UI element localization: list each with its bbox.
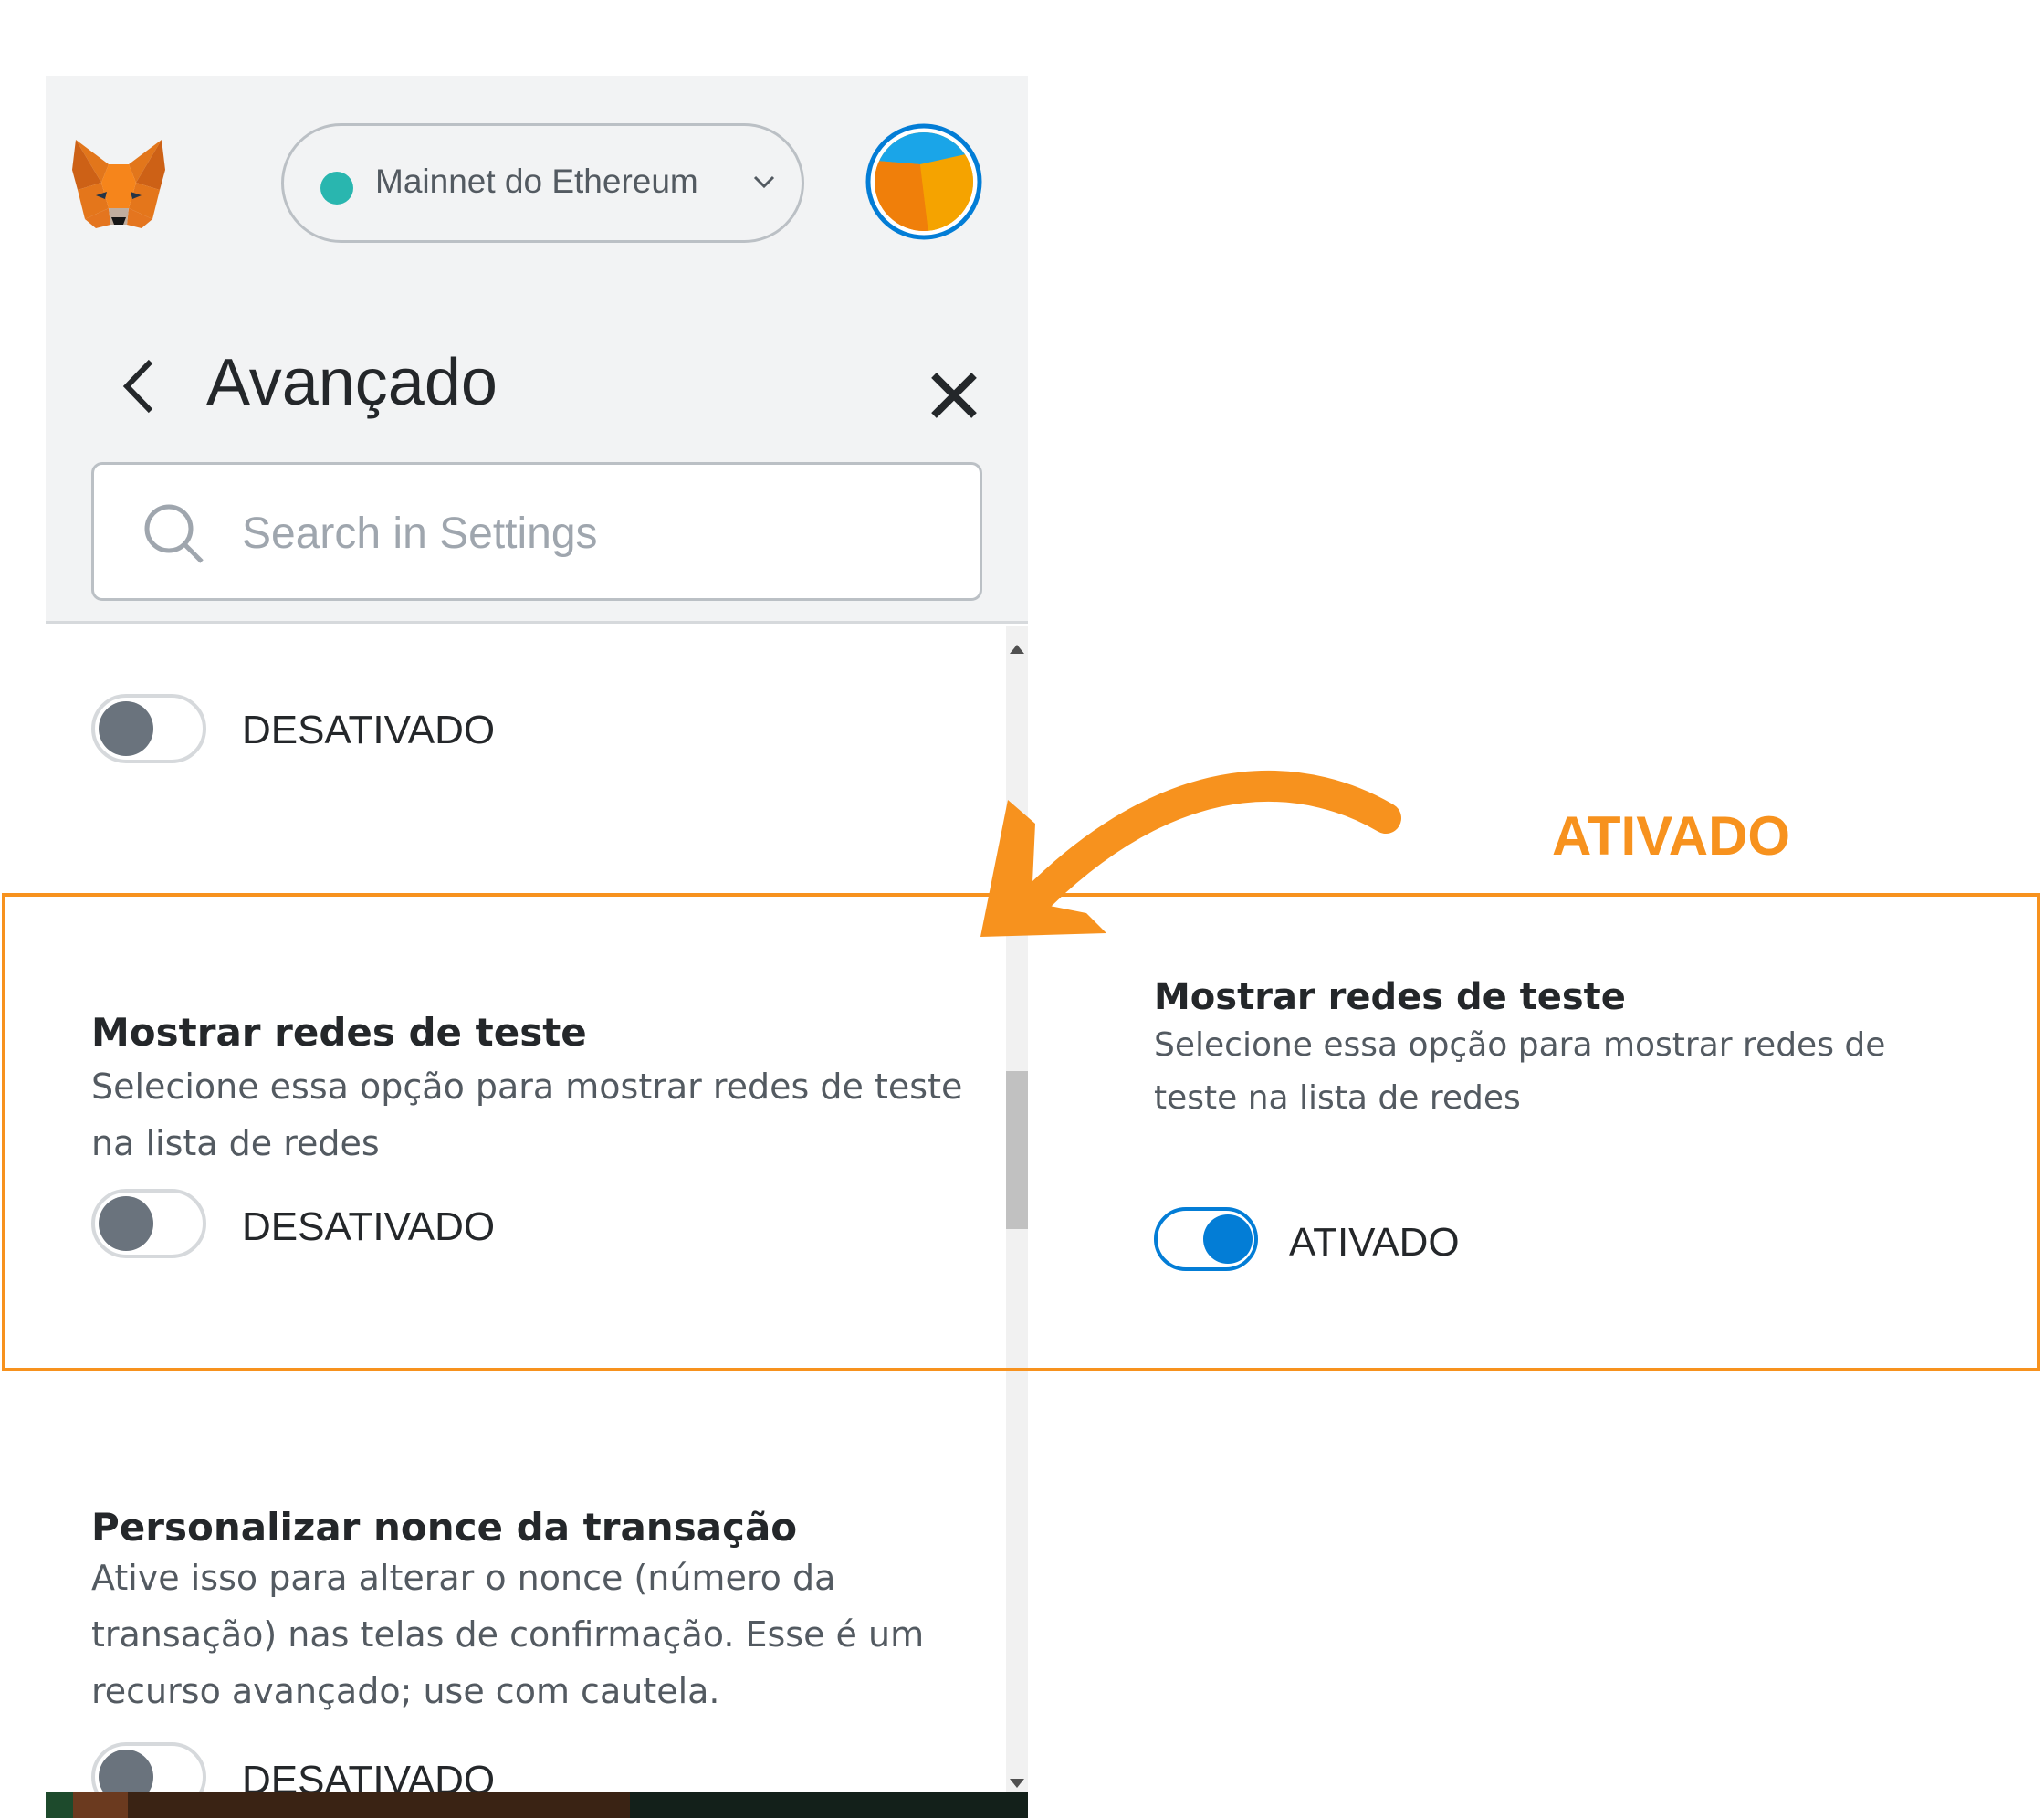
search-input[interactable]	[240, 492, 952, 574]
preview-setting-description: Selecione essa opção para mostrar redes …	[1154, 1026, 1886, 1117]
scroll-up-arrow[interactable]	[1010, 645, 1024, 654]
scroll-down-arrow[interactable]	[1010, 1779, 1024, 1788]
preview-setting-title: Mostrar redes de teste	[1154, 976, 1626, 1018]
annotation-arrow	[980, 770, 1401, 937]
back-arrow-icon[interactable]	[114, 354, 169, 418]
scroll-thumb[interactable]	[1006, 1071, 1028, 1229]
close-icon[interactable]	[927, 368, 981, 423]
toggle-knob	[1203, 1214, 1253, 1264]
preview-toggle-on[interactable]	[1154, 1207, 1258, 1271]
metamask-fox-icon	[72, 140, 165, 228]
toggle-knob	[99, 1196, 153, 1251]
account-avatar[interactable]	[865, 123, 982, 240]
network-selector[interactable]: Mainnet do Ethereum	[281, 123, 804, 243]
setting-title-custom-nonce: Personalizar nonce da transação	[91, 1505, 798, 1550]
search-box	[91, 462, 982, 601]
background-strip	[46, 1792, 1028, 1818]
network-status-dot	[320, 172, 353, 205]
chevron-down-icon	[753, 175, 775, 189]
setting-title-test-networks: Mostrar redes de teste	[91, 1010, 587, 1055]
annotation-label: ATIVADO	[1552, 805, 1791, 867]
settings-panel: Mainnet do Ethereum Avançado Search in S…	[46, 76, 1028, 1818]
setting-toggle[interactable]	[91, 694, 206, 763]
toggle-state-label: DESATIVADO	[242, 708, 496, 752]
toggle-knob	[99, 701, 153, 756]
app-header: Mainnet do Ethereum Avançado	[46, 76, 1028, 624]
setting-description-test-networks: Selecione essa opção para mostrar redes …	[91, 1067, 963, 1163]
network-label: Mainnet do Ethereum	[375, 163, 698, 200]
page-title: Avançado	[206, 346, 498, 419]
preview-toggle-state-label: ATIVADO	[1289, 1220, 1460, 1265]
setting-description-custom-nonce: Ative isso para alterar o nonce (número …	[91, 1558, 925, 1711]
toggle-state-label: DESATIVADO	[242, 1204, 496, 1249]
search-icon	[144, 504, 204, 563]
test-networks-toggle[interactable]	[91, 1189, 206, 1258]
